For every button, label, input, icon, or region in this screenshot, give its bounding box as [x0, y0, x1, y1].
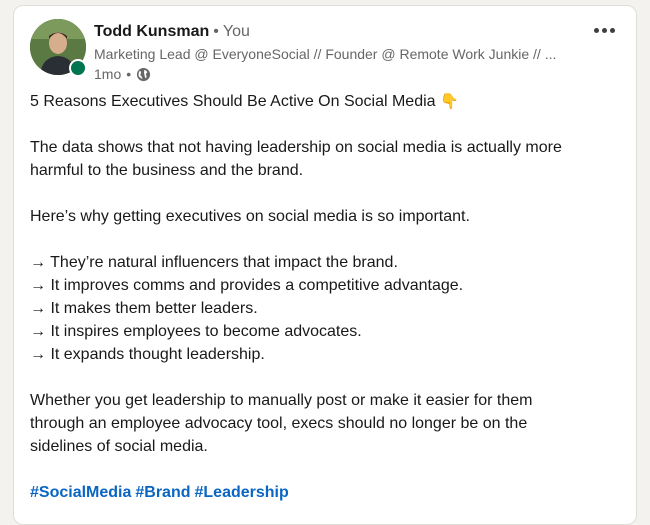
- more-options-button[interactable]: [590, 20, 618, 40]
- more-dot-icon: [601, 27, 607, 33]
- hashtag-link[interactable]: #Brand: [135, 484, 190, 501]
- post-body: 5 Reasons Executives Should Be Active On…: [30, 90, 620, 504]
- meta-separator: •: [126, 66, 132, 82]
- reason-item: → They’re natural influencers that impac…: [30, 254, 398, 271]
- hashtag-link[interactable]: #SocialMedia: [30, 484, 131, 501]
- more-dot-icon: [593, 27, 599, 33]
- post-paragraph: sidelines of social media.: [30, 438, 208, 455]
- reason-item: → It inspires employees to become advoca…: [30, 323, 362, 340]
- author-headline: Marketing Lead @ EveryoneSocial // Found…: [94, 46, 557, 62]
- post-paragraph: through an employee advocacy tool, execs…: [30, 415, 528, 432]
- post-card: Todd Kunsman • You Marketing Lead @ Everyo…: [13, 5, 637, 525]
- post-paragraph: Whether you get leadership to manually p…: [30, 392, 533, 409]
- post-paragraph: harmful to the business and the brand.: [30, 162, 304, 179]
- author-line: Todd Kunsman • You: [94, 22, 250, 42]
- reason-item: → It improves comms and provides a compe…: [30, 277, 464, 294]
- post-title: 5 Reasons Executives Should Be Active On…: [30, 93, 459, 110]
- author-relation: You: [222, 23, 250, 40]
- reason-item: → It makes them better leaders.: [30, 300, 258, 317]
- globe-icon: [136, 67, 151, 82]
- post-time: 1mo: [94, 66, 122, 82]
- post-meta: 1mo •: [94, 65, 151, 83]
- author-name[interactable]: Todd Kunsman: [94, 23, 209, 40]
- online-status-indicator: [69, 59, 87, 77]
- hashtag-list: #SocialMedia #Brand #Leadership: [30, 481, 620, 504]
- name-separator: •: [213, 23, 219, 40]
- reason-item: → It expands thought leadership.: [30, 346, 265, 363]
- pointing-down-icon: 👇: [440, 93, 459, 110]
- post-paragraph: Here’s why getting executives on social …: [30, 208, 470, 225]
- post-paragraph: The data shows that not having leadershi…: [30, 139, 562, 156]
- hashtag-link[interactable]: #Leadership: [195, 484, 289, 501]
- more-dot-icon: [609, 27, 615, 33]
